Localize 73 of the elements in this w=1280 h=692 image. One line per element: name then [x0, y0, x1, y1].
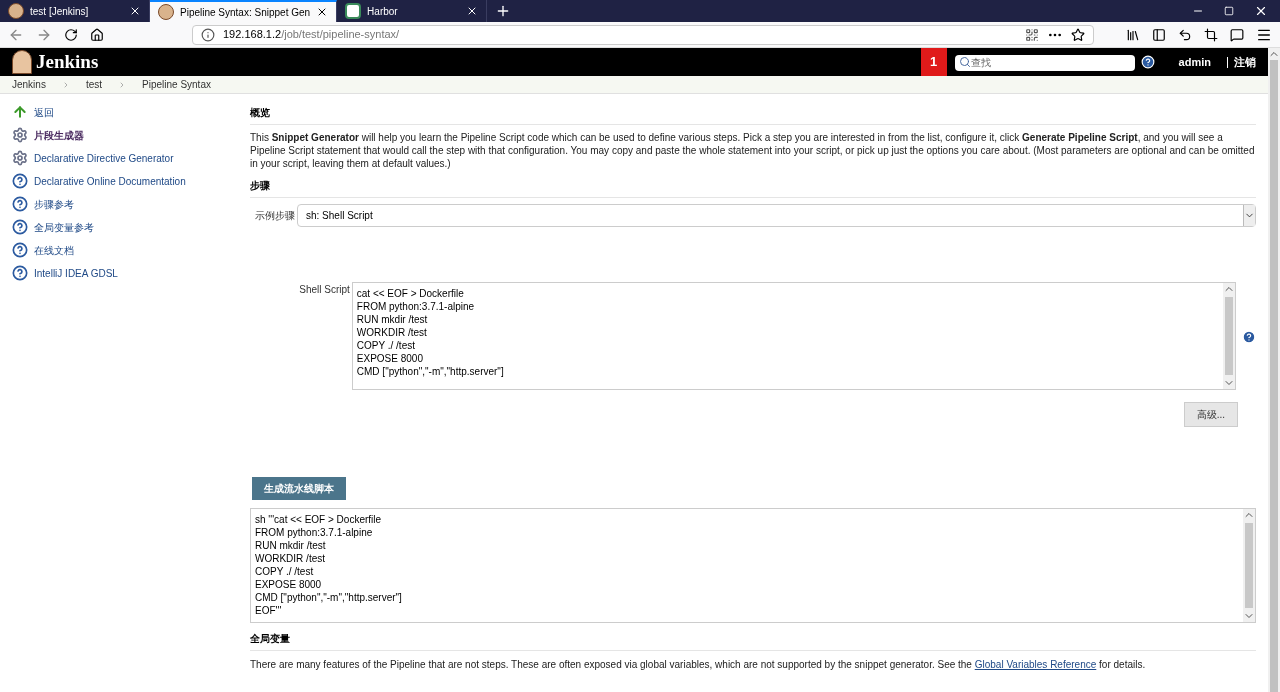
- gear-icon: [12, 127, 28, 143]
- undo-icon[interactable]: [1178, 27, 1192, 42]
- user-link[interactable]: admin: [1178, 53, 1211, 71]
- help-icon: [12, 219, 28, 235]
- code-line: EXPOSE 8000: [255, 578, 322, 591]
- section-heading: 全局变量: [250, 631, 1256, 651]
- restore-icon[interactable]: [1224, 6, 1234, 16]
- search-field[interactable]: 查找: [954, 54, 1135, 71]
- field-label: Shell Script: [298, 283, 350, 297]
- section-heading: 步骤: [250, 178, 1256, 198]
- breadcrumb-link[interactable]: Pipeline Syntax: [142, 77, 211, 92]
- code-line: cat << EOF > Dockerfile: [356, 287, 464, 300]
- up-arrow-icon: [12, 104, 28, 120]
- info-icon: [201, 27, 215, 42]
- description-text: This Snippet Generator will help you learn the Pipeline Script code which can be used to define various steps. Pick a step you are interested in from the list, configure it, click Generate Pipeline Script, and you will see a Pipeline Script statement that would call the step with that configuration. You may copy and paste the whole statement into your script, or pick up just the options you care about. (Most parameters are optional and can be omitted in your script, leaving them at default values.): [250, 131, 1256, 170]
- library-icon[interactable]: [1126, 27, 1140, 42]
- help-icon: [12, 265, 28, 281]
- step-dropdown[interactable]: sh: Shell Script: [297, 204, 1256, 227]
- chat-icon[interactable]: [1230, 27, 1244, 42]
- notification-count[interactable]: 1: [920, 48, 947, 76]
- page-scrollbar[interactable]: [1268, 48, 1280, 692]
- close-icon[interactable]: [129, 5, 141, 17]
- code-line: EXPOSE 8000: [356, 352, 423, 365]
- close-icon[interactable]: [1254, 4, 1268, 18]
- global-variables-link[interactable]: Global Variables Reference: [974, 659, 1097, 670]
- home-icon[interactable]: [90, 27, 104, 42]
- code-line: COPY ./ /test: [356, 339, 415, 352]
- help-icon: [12, 196, 28, 212]
- code-line: WORKDIR /test: [356, 326, 427, 339]
- field-label: 示例步骤: [254, 209, 295, 223]
- code-line: CMD ["python","-m","http.server"]: [255, 591, 402, 604]
- shell-script-editor[interactable]: cat << EOF > Dockerfile FROM python:3.7.1-alpine RUN mkdir /test WORKDIR /test COPY ./ /test EXPOSE 8000 CMD ["python","-m","http.server"]: [351, 282, 1237, 390]
- sidebar-link[interactable]: 步骤参考: [12, 196, 74, 212]
- help-icon: [12, 242, 28, 258]
- sidebar-link[interactable]: Declarative Directive Generator: [12, 150, 174, 166]
- sidebar-link[interactable]: 返回: [12, 104, 54, 120]
- browser-tab[interactable]: Pipeline Syntax: Snippet Gen: [150, 0, 338, 22]
- code-line: sh '''cat << EOF > Dockerfile: [255, 513, 382, 526]
- globals-text: There are many features of the Pipeline that are not steps. These are often exposed via global variables, which are not supported by the snippet generator. See the Global Variables Reference for details.: [250, 658, 1147, 672]
- generated-script-output[interactable]: sh '''cat << EOF > Dockerfile FROM python:3.7.1-alpine RUN mkdir /test WORKDIR /test COPY ./ /test EXPOSE 8000 CMD ["python","-m","http.server"] EOF''': [250, 508, 1256, 623]
- code-line: RUN mkdir /test: [255, 539, 326, 552]
- sidebar-link[interactable]: 全局变量参考: [12, 219, 94, 235]
- site-icon: [345, 3, 362, 19]
- search-icon: [958, 56, 971, 68]
- code-line: FROM python:3.7.1-alpine: [255, 526, 373, 539]
- jenkins-logo[interactable]: Jenkins: [36, 47, 99, 77]
- code-line: FROM python:3.7.1-alpine: [356, 300, 475, 313]
- sidebar-icon[interactable]: [1152, 27, 1166, 42]
- crop-icon[interactable]: [1204, 27, 1218, 42]
- help-icon[interactable]: [1140, 55, 1155, 69]
- help-icon: [12, 173, 28, 189]
- section-heading: 概览: [250, 105, 1256, 125]
- sidebar-link[interactable]: Declarative Online Documentation: [12, 173, 186, 189]
- help-icon[interactable]: [1242, 330, 1256, 344]
- caret-icon: [1243, 205, 1255, 226]
- code-line: COPY ./ /test: [255, 565, 314, 578]
- code-line: CMD ["python","-m","http.server"]: [356, 365, 504, 378]
- sidebar-link[interactable]: 片段生成器: [12, 127, 84, 143]
- breadcrumb-link[interactable]: Jenkins: [12, 77, 46, 92]
- reload-icon[interactable]: [64, 27, 78, 42]
- sidebar-link[interactable]: 在线文档: [12, 242, 74, 258]
- sidebar-link[interactable]: IntelliJ IDEA GDSL: [12, 265, 118, 281]
- star-icon[interactable]: [1071, 27, 1085, 42]
- code-line: WORKDIR /test: [255, 552, 325, 565]
- code-line: EOF''': [255, 604, 282, 617]
- code-line: RUN mkdir /test: [356, 313, 428, 326]
- address-bar[interactable]: 192.168.1.2/job/test/pipeline-syntax/: [192, 24, 1094, 45]
- qr-code-icon[interactable]: [1025, 27, 1039, 42]
- breadcrumb-link[interactable]: test: [85, 77, 103, 92]
- generate-script-button[interactable]: 生成流水线脚本: [252, 477, 346, 500]
- gear-icon: [12, 150, 28, 166]
- advanced-button[interactable]: 高级...: [1183, 402, 1238, 427]
- logout-link[interactable]: 注销: [1227, 56, 1256, 68]
